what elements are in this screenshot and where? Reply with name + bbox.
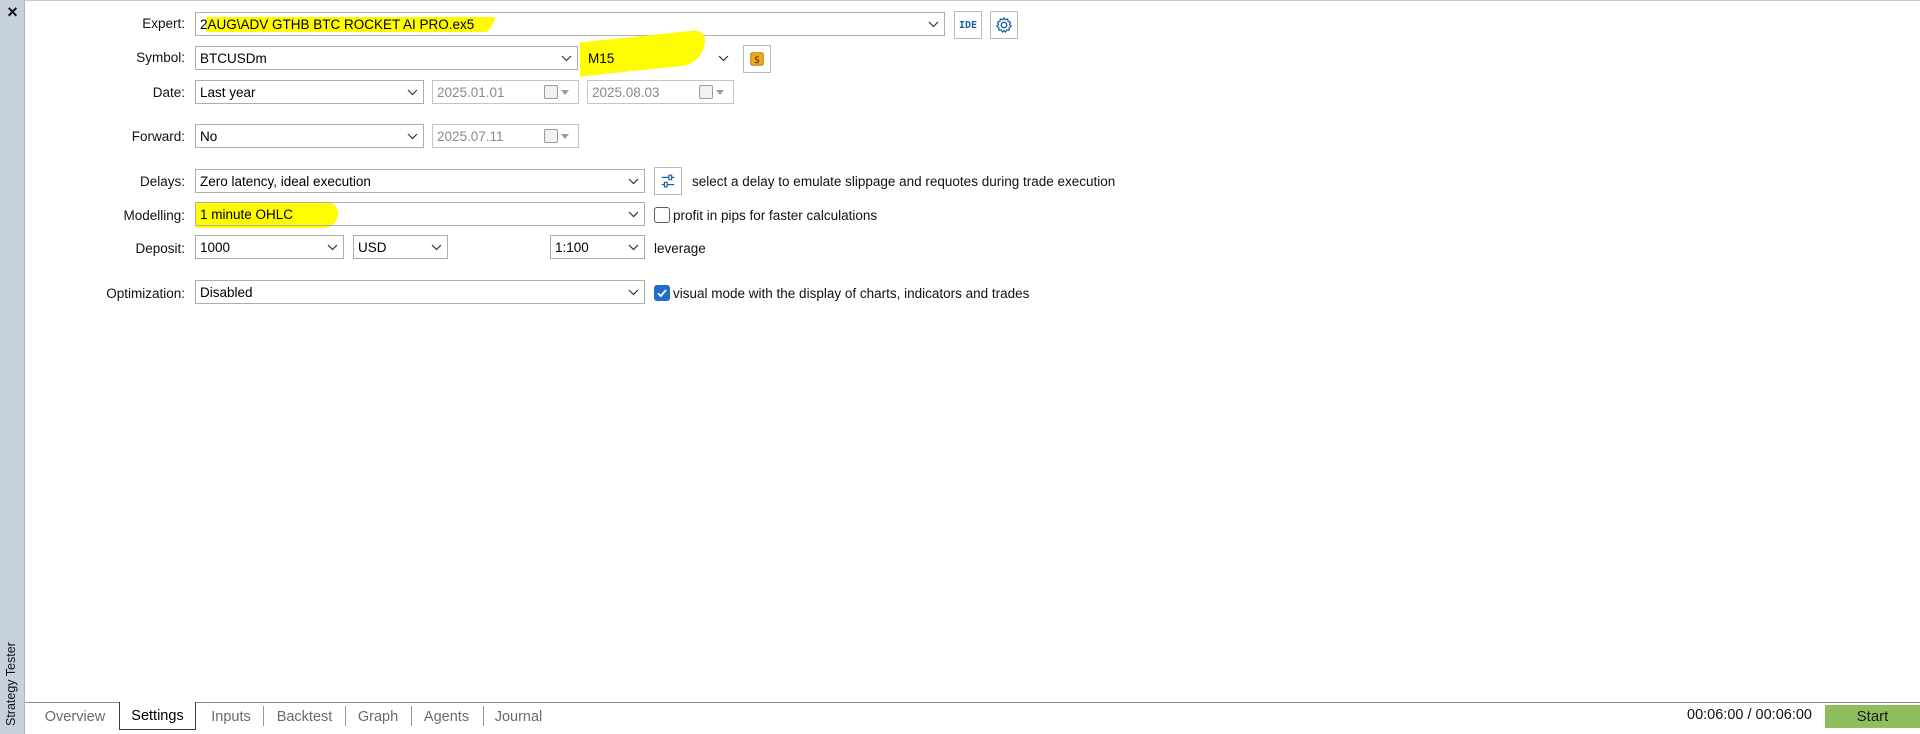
chevron-down-icon[interactable]	[622, 170, 644, 192]
symbol-select[interactable]: BTCUSDm	[195, 46, 578, 70]
modelling-label: Modelling:	[123, 208, 185, 223]
timeframe-select[interactable]: M15	[583, 46, 735, 70]
leverage-label: leverage	[654, 241, 706, 256]
chevron-down-icon[interactable]	[712, 47, 734, 69]
leverage-value: 1:100	[555, 239, 589, 255]
tab-agents[interactable]: Agents	[413, 703, 480, 730]
tab-graph[interactable]: Graph	[347, 703, 409, 730]
chevron-down-icon[interactable]	[555, 47, 577, 69]
chevron-down-icon[interactable]	[622, 236, 644, 258]
optimization-select[interactable]: Disabled	[195, 280, 645, 304]
calendar-icon[interactable]	[699, 81, 733, 103]
chevron-down-icon[interactable]	[922, 13, 944, 35]
leverage-select[interactable]: 1:100	[550, 235, 645, 259]
sliders-icon[interactable]	[654, 167, 682, 195]
deposit-amount-select[interactable]: 1000	[195, 235, 344, 259]
date-range-select[interactable]: Last year	[195, 80, 424, 104]
symbol-label: Symbol:	[136, 50, 185, 65]
date-from-picker[interactable]: 2025.01.01	[432, 80, 579, 104]
date-label: Date:	[152, 85, 185, 100]
chevron-down-icon[interactable]	[622, 281, 644, 303]
expert-label: Expert:	[142, 16, 185, 31]
side-strip: × Strategy Tester	[0, 0, 25, 734]
tab-journal[interactable]: Journal	[485, 703, 552, 730]
calendar-icon[interactable]	[544, 125, 578, 147]
panel-title-container: Strategy Tester	[2, 606, 22, 726]
strategy-tester-panel: × Strategy Tester Expert: 2AUG\ADV GTHB …	[0, 0, 1920, 734]
forward-date-picker[interactable]: 2025.07.11	[432, 124, 579, 148]
top-divider	[25, 0, 1920, 1]
forward-value: No	[200, 128, 218, 144]
tab-settings[interactable]: Settings	[119, 702, 196, 730]
symbol-value: BTCUSDm	[200, 50, 267, 66]
tab-separator	[345, 706, 346, 726]
deposit-amount-value: 1000	[200, 239, 231, 255]
tab-separator	[263, 706, 264, 726]
profit-pips-label: profit in pips for faster calculations	[673, 208, 878, 223]
close-icon[interactable]: ×	[0, 0, 25, 25]
optimization-value: Disabled	[200, 284, 253, 300]
tab-inputs[interactable]: Inputs	[200, 703, 262, 730]
currency-select[interactable]: USD	[353, 235, 448, 259]
start-button[interactable]: Start	[1825, 705, 1920, 728]
chevron-down-icon[interactable]	[401, 125, 423, 147]
elapsed-timer: 00:06:00 / 00:06:00	[1687, 707, 1812, 723]
timeframe-value: M15	[588, 50, 615, 66]
tab-overview[interactable]: Overview	[30, 703, 120, 730]
delays-hint: select a delay to emulate slippage and r…	[692, 174, 1116, 189]
visual-mode-checkbox[interactable]	[654, 285, 670, 301]
panel-title: Strategy Tester	[4, 642, 18, 726]
date-from-value: 2025.01.01	[437, 84, 505, 100]
checkmark-icon	[657, 289, 667, 298]
ide-button[interactable]: IDE	[954, 11, 982, 39]
profit-pips-checkbox[interactable]	[654, 207, 670, 223]
tab-backtest[interactable]: Backtest	[266, 703, 343, 730]
optimization-label: Optimization:	[106, 286, 185, 301]
calendar-icon[interactable]	[544, 81, 578, 103]
forward-date-value: 2025.07.11	[437, 128, 504, 144]
chevron-down-icon[interactable]	[401, 81, 423, 103]
date-to-value: 2025.08.03	[592, 84, 660, 100]
expert-select[interactable]: 2AUG\ADV GTHB BTC ROCKET AI PRO.ex5	[195, 12, 945, 36]
chevron-down-icon[interactable]	[425, 236, 447, 258]
delays-label: Delays:	[139, 174, 185, 189]
chevron-down-icon[interactable]	[622, 203, 644, 225]
delays-select[interactable]: Zero latency, ideal execution	[195, 169, 645, 193]
deposit-label: Deposit:	[135, 241, 185, 256]
date-range-value: Last year	[200, 84, 256, 100]
visual-mode-label: visual mode with the display of charts, …	[673, 286, 1030, 301]
forward-label: Forward:	[131, 129, 185, 144]
svg-text:$: $	[754, 55, 760, 66]
tab-separator	[411, 706, 412, 726]
dollar-icon[interactable]: $	[743, 45, 771, 73]
gear-icon[interactable]	[990, 11, 1018, 39]
forward-select[interactable]: No	[195, 124, 424, 148]
expert-value: 2AUG\ADV GTHB BTC ROCKET AI PRO.ex5	[200, 16, 922, 32]
modelling-value: 1 minute OHLC	[200, 206, 294, 222]
date-to-picker[interactable]: 2025.08.03	[587, 80, 734, 104]
chevron-down-icon[interactable]	[321, 236, 343, 258]
modelling-select[interactable]: 1 minute OHLC	[195, 202, 645, 226]
tab-separator	[483, 706, 484, 726]
currency-value: USD	[358, 239, 387, 255]
delays-value: Zero latency, ideal execution	[200, 173, 371, 189]
